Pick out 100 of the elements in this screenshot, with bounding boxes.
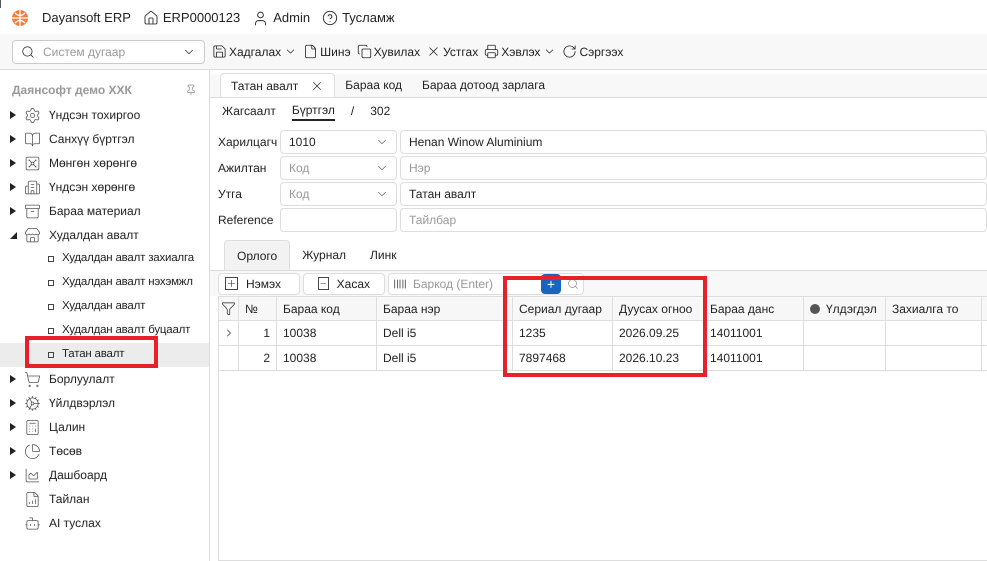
sidebar-item[interactable]: Төсөв <box>0 439 209 463</box>
sidebar-item[interactable]: Үйлдвэрлэл <box>0 391 209 415</box>
file-icon <box>303 44 318 59</box>
column-header[interactable]: № <box>239 297 277 320</box>
app-title: Dayansoft ERP <box>42 9 131 28</box>
filter-icon[interactable] <box>221 301 236 316</box>
store-icon <box>24 226 41 244</box>
table-cell: Dell i5 <box>377 321 513 345</box>
collapsed-arrow-icon[interactable] <box>10 471 16 479</box>
field-label: Reference <box>218 212 274 229</box>
collapsed-arrow-icon[interactable] <box>10 159 16 167</box>
barcode-icon <box>393 276 407 290</box>
search-icon <box>21 44 35 58</box>
toolbar-button[interactable]: Хадгалах <box>212 42 282 60</box>
toolbar-button[interactable]: Шинэ <box>303 42 351 60</box>
search-field[interactable]: Систем дугаар <box>12 40 205 64</box>
sidebar-item[interactable]: Цалин <box>0 415 209 439</box>
table-cell: 2 <box>239 346 277 370</box>
refresh-icon <box>562 44 578 59</box>
toolbar-button[interactable]: Устгах <box>426 42 478 60</box>
table-cell: 14011001 <box>704 321 804 345</box>
save-icon <box>212 44 227 59</box>
table-cell: 1 <box>239 321 277 345</box>
pin-icon[interactable] <box>185 84 197 96</box>
name-field[interactable]: Тайлбар <box>400 208 987 232</box>
sidebar-item[interactable]: AI туслах <box>0 511 209 535</box>
collapsed-arrow-icon[interactable] <box>10 135 16 143</box>
expanded-arrow-icon[interactable] <box>10 232 17 238</box>
table-cell: 7897468 <box>513 346 613 370</box>
collapsed-arrow-icon[interactable] <box>10 423 16 431</box>
sidebar-subitem[interactable]: Худалдан авалт нэхэмжл <box>0 271 209 295</box>
sidebar-item[interactable]: Мөнгөн хөрөнгө <box>0 151 209 175</box>
sidebar-subitem[interactable]: Худалдан авалт захиалга <box>0 247 209 271</box>
toolbar-button[interactable]: Хувилах <box>356 42 420 60</box>
column-header[interactable]: Сериал дугаар <box>513 297 613 320</box>
building-icon <box>24 178 41 196</box>
tab[interactable]: Татан авалт <box>220 73 336 97</box>
sidebar-item[interactable]: Тайлан <box>0 487 209 511</box>
column-header[interactable]: Үлдэгдэл <box>804 297 886 320</box>
table-cell: 2026.09.25 <box>613 321 704 345</box>
barcode-input[interactable]: Баркод (Enter) <box>413 274 535 292</box>
printer-icon <box>484 44 500 59</box>
tab[interactable]: Бараа код <box>335 73 412 97</box>
sidebar-subitem[interactable]: Худалдан авалт буцаалт <box>0 319 209 343</box>
code-field[interactable]: Код <box>280 156 397 180</box>
tab[interactable]: Журнал <box>290 240 358 270</box>
breadcrumb-item[interactable]: 302 <box>370 102 390 120</box>
toolbar-button[interactable]: Хэвлэх <box>484 42 540 60</box>
sidebar-subitem[interactable]: Худалдан авалт <box>0 295 209 319</box>
add-button[interactable]: Нэмэх <box>218 272 300 294</box>
breadcrumb-item[interactable]: Бүртгэл <box>292 101 335 121</box>
area-chart-icon <box>24 466 41 484</box>
column-header[interactable]: Бараа нэр <box>377 297 513 320</box>
sidebar-item[interactable]: Борлуулалт <box>0 367 209 391</box>
home-icon <box>142 10 159 26</box>
help-icon <box>322 10 338 26</box>
bullet-icon <box>48 256 54 262</box>
tab[interactable]: Линк <box>358 240 408 270</box>
column-header[interactable]: Захиалга то <box>886 297 982 320</box>
column-header[interactable]: Бараа код <box>277 297 377 320</box>
help-link[interactable]: Тусламж <box>342 8 395 28</box>
name-field[interactable]: Henan Winow Aluminium <box>400 130 987 154</box>
name-field[interactable]: Татан авалт <box>400 182 987 206</box>
sidebar-item[interactable]: Үндсэн тохиргоо <box>0 103 209 127</box>
toolbar-button[interactable]: Сэргээх <box>562 42 624 60</box>
breadcrumb-item[interactable]: / <box>350 102 354 120</box>
robot-icon <box>24 514 41 532</box>
collapsed-arrow-icon[interactable] <box>10 399 16 407</box>
code-field[interactable]: 1010 <box>280 130 397 154</box>
bullet-icon <box>48 352 54 358</box>
copy-icon <box>356 44 372 59</box>
collapsed-arrow-icon[interactable] <box>10 111 16 119</box>
column-header[interactable]: Дуусах огноо <box>613 297 704 320</box>
column-header[interactable]: Бараа данс <box>704 297 804 320</box>
collapsed-arrow-icon[interactable] <box>10 447 16 455</box>
sidebar-item[interactable]: Бараа материал <box>0 199 209 223</box>
tab[interactable]: Бараа дотоод зарлага <box>412 73 555 97</box>
box-icon <box>24 202 41 220</box>
sidebar-item[interactable]: Худалдан авалт <box>0 223 209 247</box>
record-number: ERP0000123 <box>162 9 240 28</box>
pie-chart-icon <box>24 442 41 460</box>
sidebar-item[interactable]: Санхүү бүртгэл <box>0 127 209 151</box>
code-field[interactable] <box>280 208 397 232</box>
name-field[interactable]: Нэр <box>400 156 987 180</box>
remove-button[interactable]: Хасах <box>303 272 385 294</box>
sidebar-item[interactable]: Дашбоард <box>0 463 209 487</box>
code-field[interactable]: Код <box>280 182 397 206</box>
table-cell: 14011001 <box>704 346 804 370</box>
tab[interactable]: Орлого <box>224 240 290 270</box>
search-input[interactable]: Систем дугаар <box>43 42 174 60</box>
sidebar-item[interactable]: Үндсэн хөрөнгө <box>0 175 209 199</box>
field-label: Утга <box>218 186 243 203</box>
barcode-field[interactable]: Баркод (Enter) + <box>388 272 584 294</box>
company-name: Даянсофт демо ХХК <box>12 82 132 99</box>
user-name: Admin <box>273 9 310 28</box>
collapsed-arrow-icon[interactable] <box>10 183 16 191</box>
search-icon[interactable] <box>567 278 579 290</box>
collapsed-arrow-icon[interactable] <box>10 207 16 215</box>
collapsed-arrow-icon[interactable] <box>10 375 16 383</box>
breadcrumb-item[interactable]: Жагсаалт <box>222 102 276 120</box>
